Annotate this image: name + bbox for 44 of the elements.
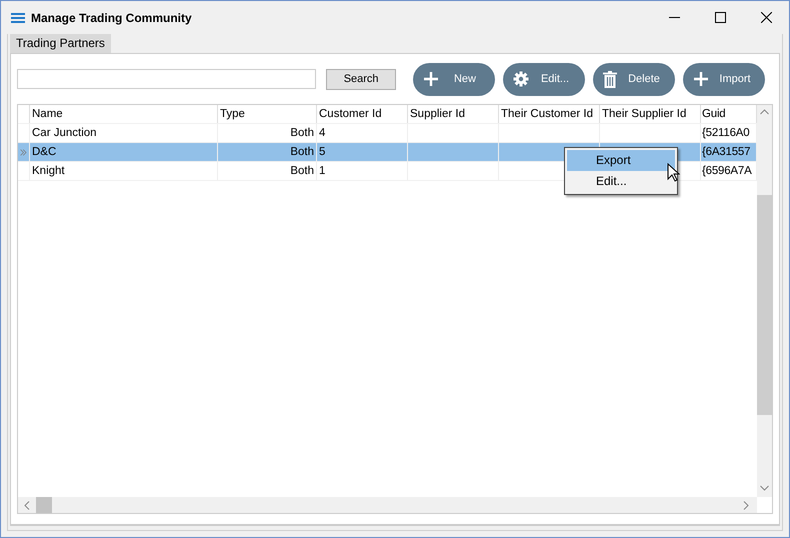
action-button[interactable]: Edit... — [503, 62, 585, 96]
action-button[interactable]: New — [413, 62, 495, 96]
scroll-right-icon[interactable] — [743, 501, 749, 510]
table-cell: Knight — [32, 165, 65, 177]
action-button[interactable]: Delete — [593, 62, 675, 96]
window-title: Manage Trading Community — [31, 10, 193, 24]
menu-item[interactable]: Export — [567, 150, 675, 171]
vertical-scrollbar[interactable] — [757, 105, 772, 497]
table-cell: D&C — [32, 146, 56, 158]
table-cell: Car Junction — [32, 127, 97, 139]
table-cell: Both — [290, 165, 314, 177]
table-cell: Both — [290, 146, 314, 158]
mouse-pointer-icon — [667, 163, 680, 183]
table-cell: {52116A0 — [702, 127, 750, 139]
search-field[interactable] — [17, 69, 316, 89]
action-button[interactable]: Import — [683, 62, 765, 96]
column-header[interactable]: Supplier Id — [408, 105, 499, 123]
column-header[interactable]: Name — [30, 105, 218, 123]
column-header[interactable]: Customer Id — [317, 105, 408, 123]
gear-icon — [513, 71, 529, 87]
trash-icon — [603, 70, 617, 88]
table-cell: 4 — [319, 127, 326, 139]
search-button[interactable]: Search — [326, 68, 396, 90]
scroll-thumb[interactable] — [757, 195, 772, 415]
plus-icon — [423, 71, 439, 87]
column-header[interactable]: Their Supplier Id — [600, 105, 701, 123]
app-menu-icon[interactable] — [11, 12, 25, 22]
table-cell: Both — [290, 127, 314, 139]
horizontal-scrollbar[interactable] — [18, 497, 757, 513]
table-cell: 5 — [319, 146, 326, 158]
scroll-left-icon[interactable] — [24, 501, 30, 510]
column-header[interactable]: Their Customer Id — [499, 105, 600, 123]
table-cell: {6A31557 — [702, 146, 750, 158]
current-row-icon — [20, 146, 27, 158]
scroll-up-icon[interactable] — [760, 109, 769, 115]
maximize-icon[interactable] — [714, 12, 726, 23]
table-cell: 1 — [319, 165, 326, 177]
scroll-down-icon[interactable] — [760, 485, 769, 491]
close-icon[interactable] — [760, 12, 772, 23]
table-cell: {6596A7A — [702, 165, 752, 177]
plus-icon — [693, 71, 709, 87]
column-header[interactable]: Type — [218, 105, 317, 123]
scroll-thumb[interactable] — [36, 497, 52, 513]
tab[interactable]: Trading Partners — [10, 34, 111, 53]
